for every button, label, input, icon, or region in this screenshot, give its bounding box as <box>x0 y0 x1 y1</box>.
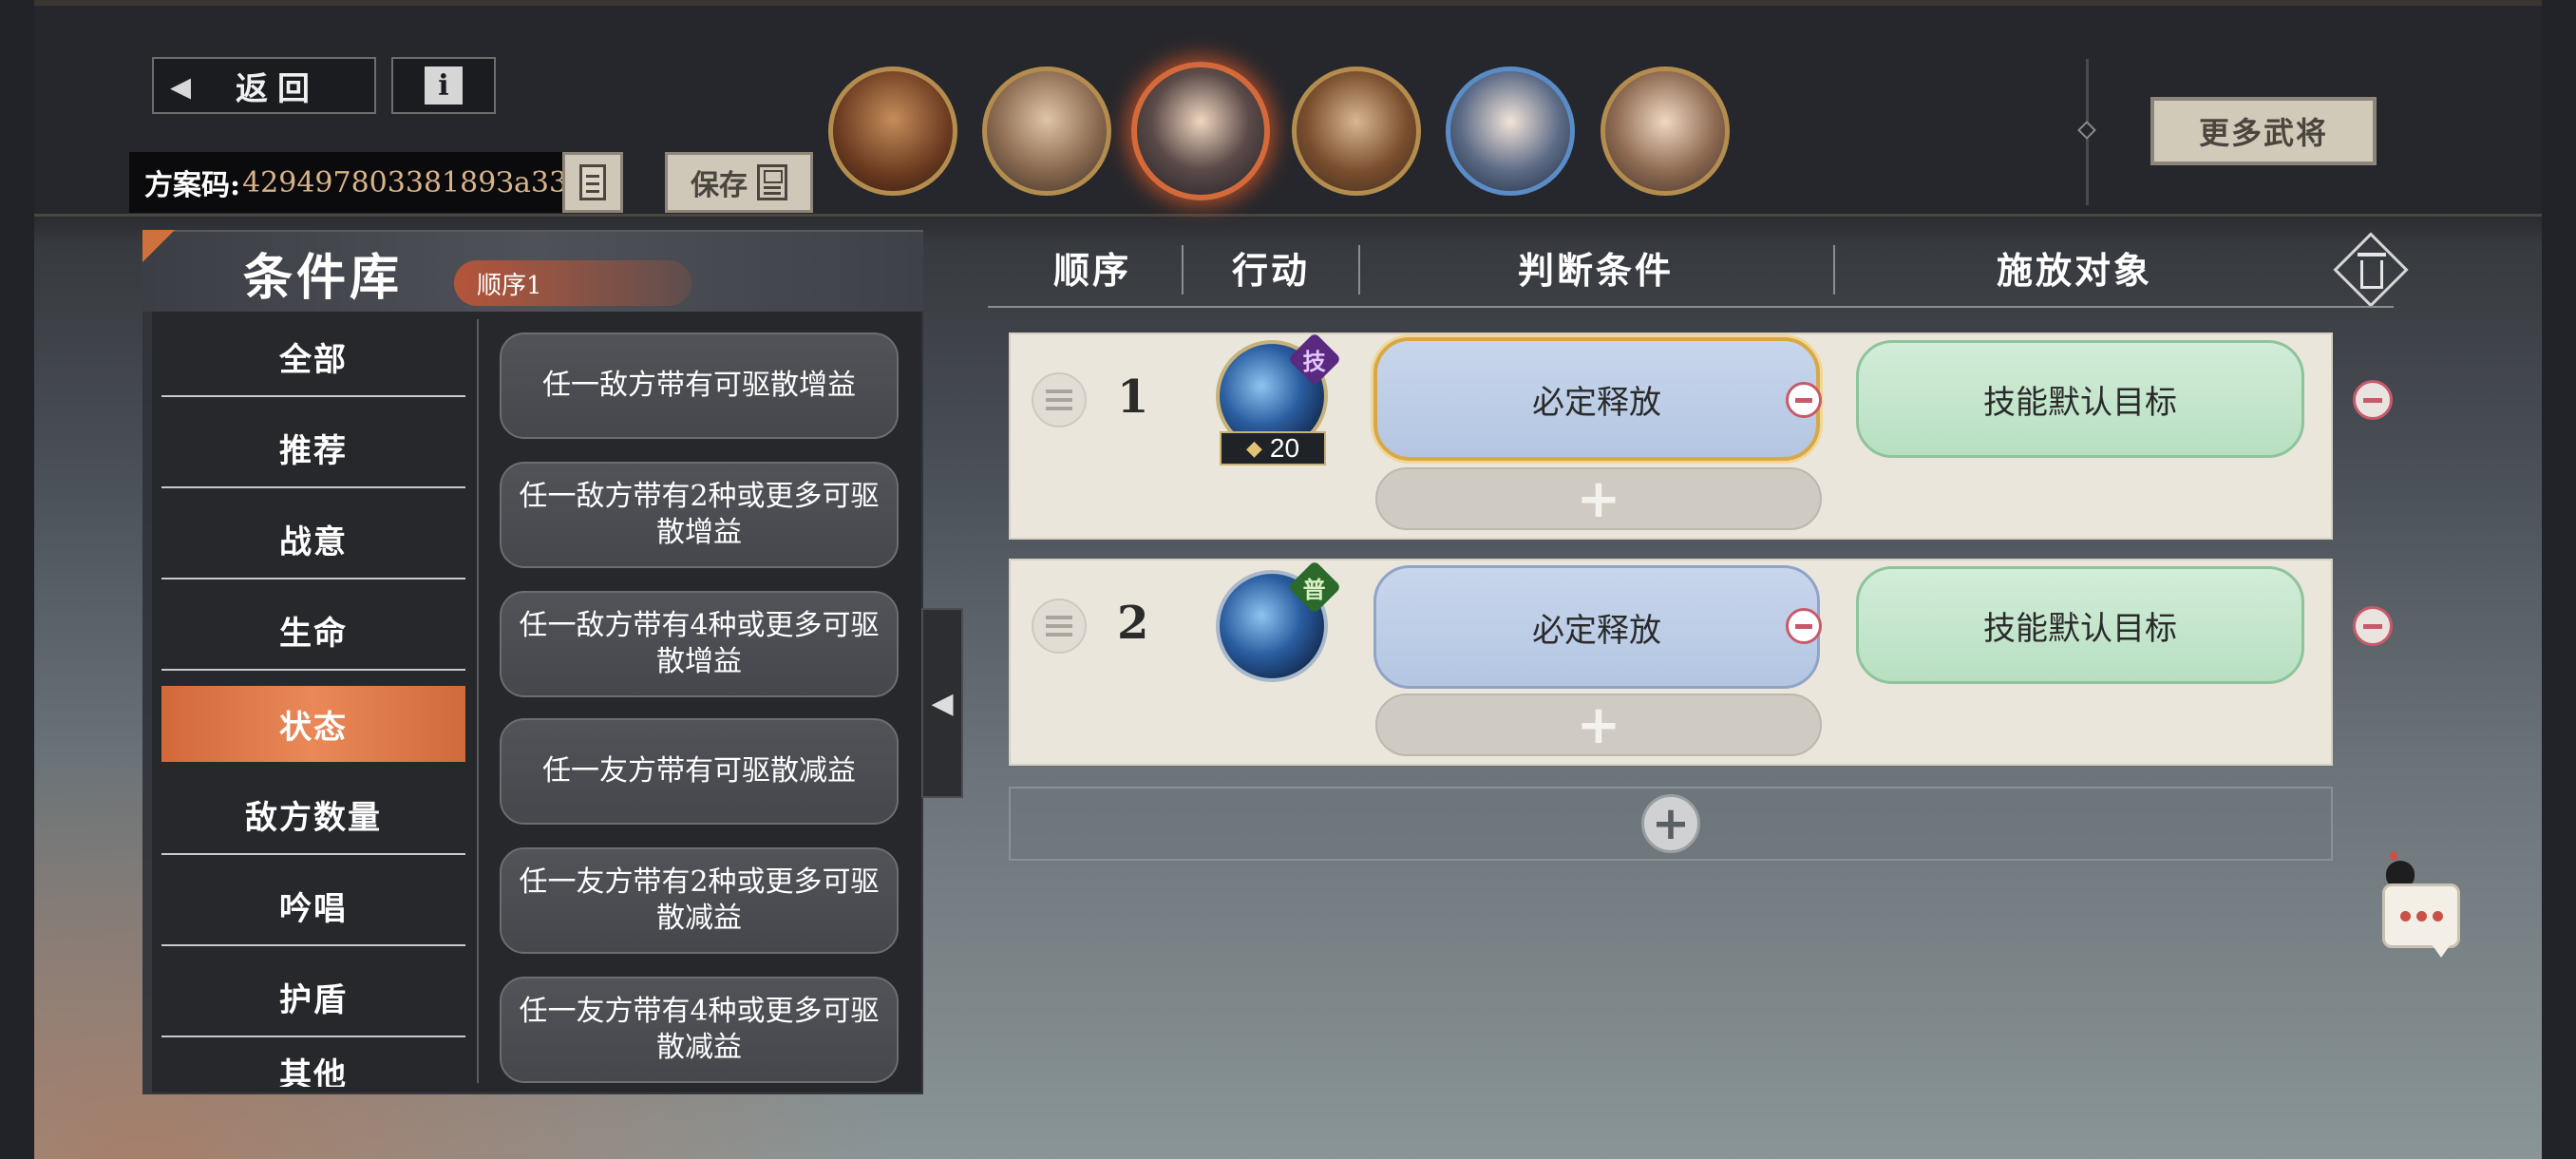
collapse-panel-button[interactable]: ◀ <box>921 608 963 798</box>
hero-portrait-5[interactable] <box>1446 66 1575 196</box>
category-chant[interactable]: 吟唱 <box>161 866 465 946</box>
add-condition-button[interactable]: + <box>1375 694 1822 756</box>
row-number: 2 <box>1117 597 1149 650</box>
hero-portrait-1[interactable] <box>828 66 957 196</box>
trash-icon <box>2356 253 2388 291</box>
category-health[interactable]: 生命 <box>161 591 465 671</box>
hero-portrait-2[interactable] <box>982 66 1111 196</box>
category-shield[interactable]: 护盾 <box>161 958 465 1037</box>
category-all[interactable]: 全部 <box>161 317 465 397</box>
remove-row-icon[interactable] <box>2353 606 2393 646</box>
target-pill[interactable]: 技能默认目标 <box>1856 566 2304 684</box>
hero-portrait-3-selected[interactable] <box>1131 62 1270 200</box>
chevron-left-icon: ◀ <box>931 686 954 720</box>
save-label: 保存 <box>691 169 748 202</box>
remove-row-icon[interactable] <box>2353 380 2393 420</box>
add-condition-button[interactable]: + <box>1375 467 1822 530</box>
condition-item[interactable]: 任一友方带有2种或更多可驱散减益 <box>500 847 899 954</box>
header-action: 行动 <box>1231 249 1310 292</box>
save-disk-icon <box>757 164 787 200</box>
back-button[interactable]: ◂ 返回 <box>152 57 376 114</box>
header-corner-accent <box>142 230 175 262</box>
top-bar-trim <box>34 0 2542 6</box>
plan-code-value: 42949780338189За33 <box>242 165 568 200</box>
header-separator <box>1182 245 1184 294</box>
plus-icon: + <box>1641 794 1700 853</box>
category-status[interactable]: 状态 <box>161 686 465 762</box>
hero-portrait-4[interactable] <box>1292 66 1421 196</box>
right-border <box>2542 0 2576 1159</box>
target-pill[interactable]: 技能默认目标 <box>1856 340 2304 458</box>
header-condition: 判断条件 <box>1517 249 1674 292</box>
condition-item[interactable]: 任一敌方带有4种或更多可驱散增益 <box>500 591 899 697</box>
condition-item[interactable]: 任一敌方带有可驱散增益 <box>500 332 899 439</box>
chat-button[interactable] <box>2382 884 2460 948</box>
copy-code-button[interactable] <box>562 152 623 213</box>
info-icon: i <box>425 66 463 104</box>
left-border <box>0 0 34 1159</box>
save-button[interactable]: 保存 <box>665 152 813 213</box>
drag-handle-icon[interactable] <box>1032 372 1087 428</box>
chat-bubble-tail <box>2432 944 2451 958</box>
condition-item[interactable]: 任一友方带有可驱散减益 <box>500 718 899 825</box>
skill-cost: ◆ 20 <box>1220 431 1326 466</box>
info-button[interactable]: i <box>391 57 496 114</box>
hero-portrait-6[interactable] <box>1601 66 1730 196</box>
header-order: 顺序 <box>1052 249 1131 292</box>
drag-handle-icon[interactable] <box>1032 598 1087 654</box>
header-underline <box>988 306 2394 308</box>
category-enemy-count[interactable]: 敌方数量 <box>161 775 465 855</box>
category-recommended[interactable]: 推荐 <box>161 408 465 488</box>
plan-code-label: 方案码: <box>144 169 241 202</box>
condition-item[interactable]: 任一友方带有4种或更多可驱散减益 <box>500 977 899 1083</box>
more-heroes-button[interactable]: 更多武将 <box>2150 97 2377 165</box>
add-action-row[interactable]: + <box>1009 787 2333 861</box>
energy-icon: ◆ <box>1245 436 1262 460</box>
back-arrow-icon: ◂ <box>169 61 192 110</box>
copy-document-icon <box>579 164 606 200</box>
row-number: 1 <box>1117 370 1149 424</box>
header-target: 施放对象 <box>1996 249 2152 292</box>
header-separator <box>1358 245 1360 294</box>
library-column-divider <box>477 319 479 1083</box>
category-other[interactable]: 其他 <box>161 1049 465 1087</box>
condition-pill[interactable]: 必定释放 <box>1373 337 1820 461</box>
library-title: 条件库 <box>243 249 404 307</box>
plan-code: 方案码: 42949780338189За33 <box>129 152 623 213</box>
remove-condition-icon[interactable] <box>1786 608 1822 644</box>
category-morale[interactable]: 战意 <box>161 500 465 580</box>
order-tag: 顺序1 <box>454 260 691 306</box>
back-label: 返回 <box>236 69 319 108</box>
header-separator <box>1833 245 1835 294</box>
condition-item[interactable]: 任一敌方带有2种或更多可驱散增益 <box>500 462 899 568</box>
condition-pill[interactable]: 必定释放 <box>1373 565 1820 689</box>
remove-condition-icon[interactable] <box>1786 382 1822 418</box>
